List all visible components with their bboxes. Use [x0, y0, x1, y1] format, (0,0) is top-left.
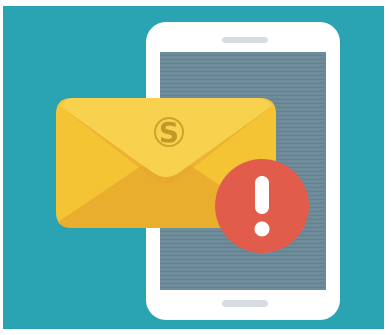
logo-text: S [159, 116, 179, 149]
alert-mark-dot [254, 221, 270, 237]
illustration-svg: S [3, 6, 384, 329]
illustration-canvas: S [0, 0, 391, 335]
s-logo-icon: S [154, 116, 184, 149]
phone-home-bar [222, 300, 268, 307]
alert-badge-icon [215, 159, 309, 253]
alert-mark-bar [255, 176, 269, 214]
phone-speaker [222, 37, 268, 43]
